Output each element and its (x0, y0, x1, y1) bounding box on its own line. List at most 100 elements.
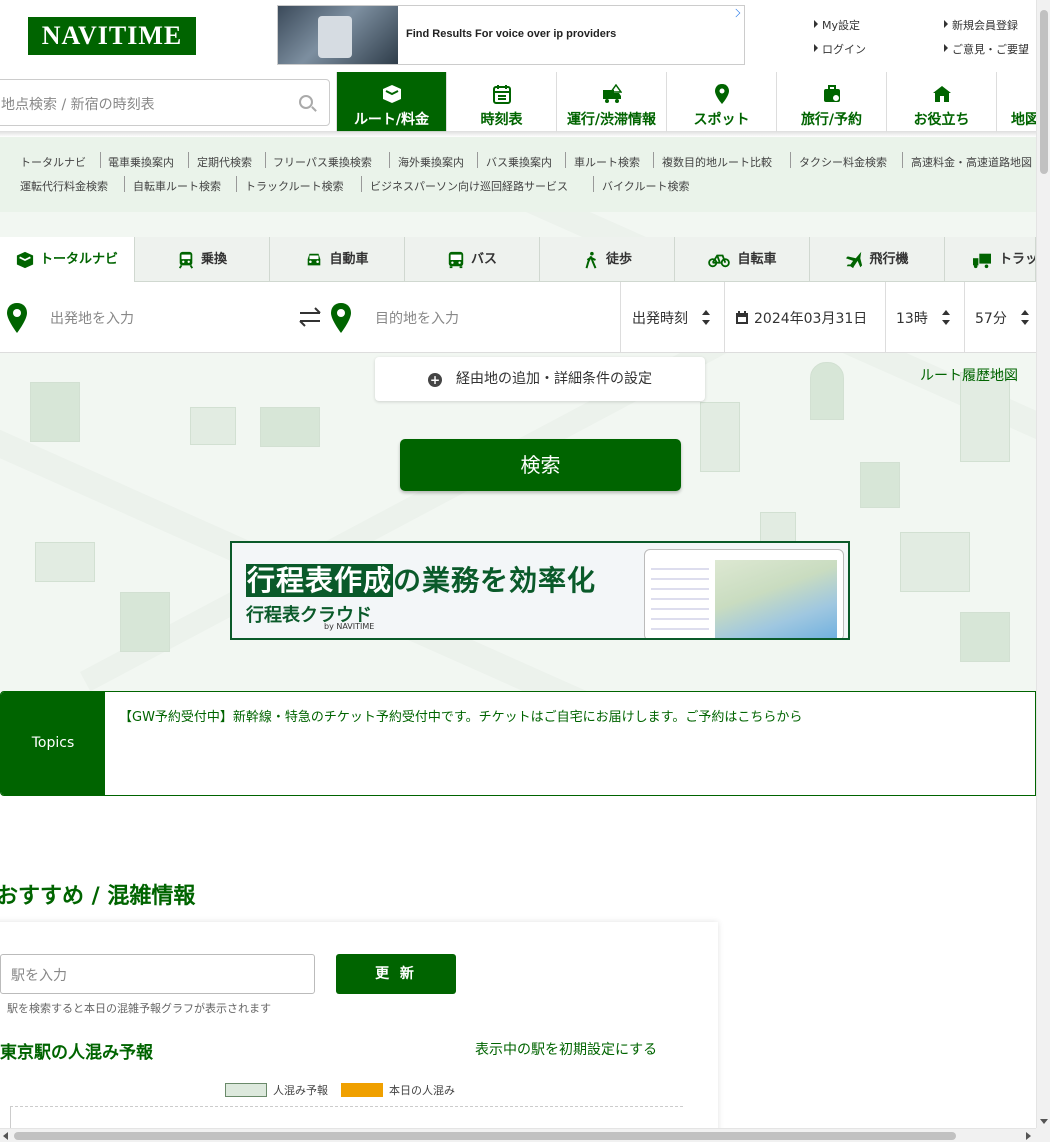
banner-by-navitime: by NAVITIME (324, 622, 375, 631)
search-button[interactable]: 検索 (400, 439, 681, 491)
set-default-station-link[interactable]: 表示中の駅を初期設定にする (475, 1039, 657, 1059)
ad-text[interactable]: Find Results For voice over ip providers (406, 28, 616, 40)
vertical-scrollbar[interactable] (1036, 0, 1050, 1128)
feedback-link[interactable]: ご意見・ご要望 (942, 41, 1036, 57)
search-icon[interactable] (299, 95, 313, 109)
location-pin-icon (714, 84, 729, 104)
legend-swatch (341, 1083, 383, 1097)
origin-input[interactable]: 出発地を入力 (50, 308, 134, 328)
sublink-truck[interactable]: トラックルート検索 (245, 178, 344, 194)
horizontal-scrollbar[interactable] (0, 1128, 1036, 1142)
time-type-arrow-icon (702, 310, 710, 326)
login-link[interactable]: ログイン (812, 41, 866, 57)
route-history-map-link[interactable]: ルート履歴地図 (920, 365, 1018, 385)
topics-link[interactable]: 【GW予約受付中】新幹線・特急のチケット予約受付中です。チケットはご自宅にお届け… (119, 706, 802, 725)
nav-tab-map[interactable]: 地図 (996, 72, 1036, 132)
sublink-bicycle[interactable]: 自転車ルート検索 (133, 178, 221, 194)
sublinks-bar (0, 137, 1036, 212)
sublink-motorcycle[interactable]: バイクルート検索 (602, 178, 689, 194)
nav-tab-route[interactable]: ルート/料金 (336, 72, 446, 132)
sublink-car[interactable]: 車ルート検索 (574, 154, 640, 170)
divider (361, 176, 362, 192)
bus-icon (448, 251, 464, 268)
mode-tab-airplane[interactable]: 飛行機 (810, 237, 945, 282)
plus-icon: + (428, 373, 442, 387)
search-placeholder: 地点検索 / 新宿の時刻表 (1, 97, 155, 113)
mode-tab-bus[interactable]: バス (405, 237, 540, 282)
search-input[interactable]: 地点検索 / 新宿の時刻表 (0, 79, 330, 126)
divider (477, 152, 478, 168)
scroll-left-icon[interactable] (3, 1132, 8, 1140)
nav-tab-label: 運行/渋滞情報 (566, 112, 657, 128)
vertical-scroll-thumb[interactable] (1040, 10, 1048, 174)
sublink-bus[interactable]: バス乗換案内 (486, 154, 552, 170)
date-field[interactable]: 2024年03月31日 (754, 308, 867, 328)
scroll-down-icon[interactable] (1040, 1119, 1048, 1124)
scroll-right-icon[interactable] (1026, 1132, 1031, 1140)
sublink-highway[interactable]: 高速料金・高速道路地図 (911, 154, 1036, 170)
divider (100, 152, 101, 168)
sublink-commuter[interactable]: 定期代検索 (197, 154, 252, 170)
detail-settings-button[interactable]: + 経由地の追加・詳細条件の設定 (375, 357, 705, 401)
ad-banner[interactable]: Find Results For voice over ip providers (277, 5, 745, 65)
destination-input[interactable]: 目的地を入力 (375, 308, 459, 328)
recommend-title: おすすめ / 混雑情報 (0, 884, 196, 909)
nav-tab-spot[interactable]: スポット (666, 72, 776, 132)
sublink-taxi[interactable]: タクシー料金検索 (799, 154, 887, 170)
nav-tab-label: お役立ち (913, 112, 970, 128)
sublink-multi-destination[interactable]: 複数目的地ルート比較 (662, 154, 772, 170)
mode-tab-total-navi[interactable]: トータルナビ (0, 237, 135, 282)
airplane-icon (846, 251, 863, 268)
divider (902, 152, 903, 168)
banner-highlight: 行程表作成 (246, 564, 394, 597)
sublink-designated-driver[interactable]: 運転代行料金検索 (20, 178, 108, 194)
banner-headline: 行程表作成の業務を効率化 (246, 559, 596, 599)
sublink-business-route[interactable]: ビジネスパーソン向け巡回経路サービス (370, 178, 568, 194)
sublink-overseas[interactable]: 海外乗換案内 (398, 154, 464, 170)
divider (790, 152, 791, 168)
divider (885, 282, 886, 353)
my-settings-link[interactable]: My設定 (812, 17, 860, 33)
navitime-logo[interactable]: NAVITIME (28, 17, 196, 55)
station-input[interactable]: 駅を入力 (0, 954, 315, 994)
mode-tab-label: トータルナビ (39, 252, 118, 267)
mode-tab-car[interactable]: 自動車 (270, 237, 405, 282)
nav-tab-timetable[interactable]: 時刻表 (446, 72, 556, 132)
page: NAVITIME Find Results For voice over ip … (0, 0, 1050, 1142)
divider (964, 282, 965, 353)
nav-tab-useful[interactable]: お役立ち (886, 72, 996, 132)
legend-swatch (225, 1083, 267, 1097)
mode-tab-walk[interactable]: 徒歩 (540, 237, 675, 282)
calendar-icon[interactable] (735, 311, 749, 325)
mode-tab-truck[interactable]: トラック (945, 237, 1036, 282)
topics-label: Topics (1, 692, 105, 795)
update-button[interactable]: 更 新 (336, 954, 456, 994)
train-icon (178, 251, 194, 269)
sublink-freepass[interactable]: フリーパス乗換検索 (273, 154, 372, 170)
sublink-train[interactable]: 電車乗換案内 (108, 154, 174, 170)
nav-tab-traffic[interactable]: 運行/渋滞情報 (556, 72, 666, 132)
time-type-select[interactable]: 出発時刻 (632, 308, 688, 328)
topics-box: Topics 【GW予約受付中】新幹線・特急のチケット予約受付中です。チケットは… (0, 691, 1036, 796)
nav-tab-label: スポット (693, 112, 750, 128)
register-link[interactable]: 新規会員登録 (942, 17, 1018, 33)
swap-icon[interactable] (298, 306, 322, 328)
mode-tab-transfer[interactable]: 乗換 (135, 237, 270, 282)
itinerary-cloud-banner[interactable]: 行程表作成の業務を効率化 行程表クラウド by NAVITIME (230, 541, 850, 640)
mode-tab-bicycle[interactable]: 自転車 (675, 237, 810, 282)
minute-arrow-icon (1021, 310, 1029, 326)
divider (124, 176, 125, 192)
destination-pin-icon (331, 303, 351, 333)
sublink-total-navi[interactable]: トータルナビ (20, 154, 86, 170)
nav-tab-travel[interactable]: 旅行/予約 (776, 72, 886, 132)
ad-choices-icon[interactable] (731, 8, 741, 18)
mode-tab-label: 乗換 (200, 252, 227, 267)
divider (236, 176, 237, 192)
minute-select[interactable]: 57分 (975, 308, 1007, 328)
bicycle-icon (708, 254, 731, 267)
scrollbar-corner (1036, 1128, 1050, 1142)
hour-select[interactable]: 13時 (896, 308, 928, 328)
divider (565, 152, 566, 168)
horizontal-scroll-thumb[interactable] (14, 1132, 956, 1140)
car-icon (308, 253, 321, 265)
